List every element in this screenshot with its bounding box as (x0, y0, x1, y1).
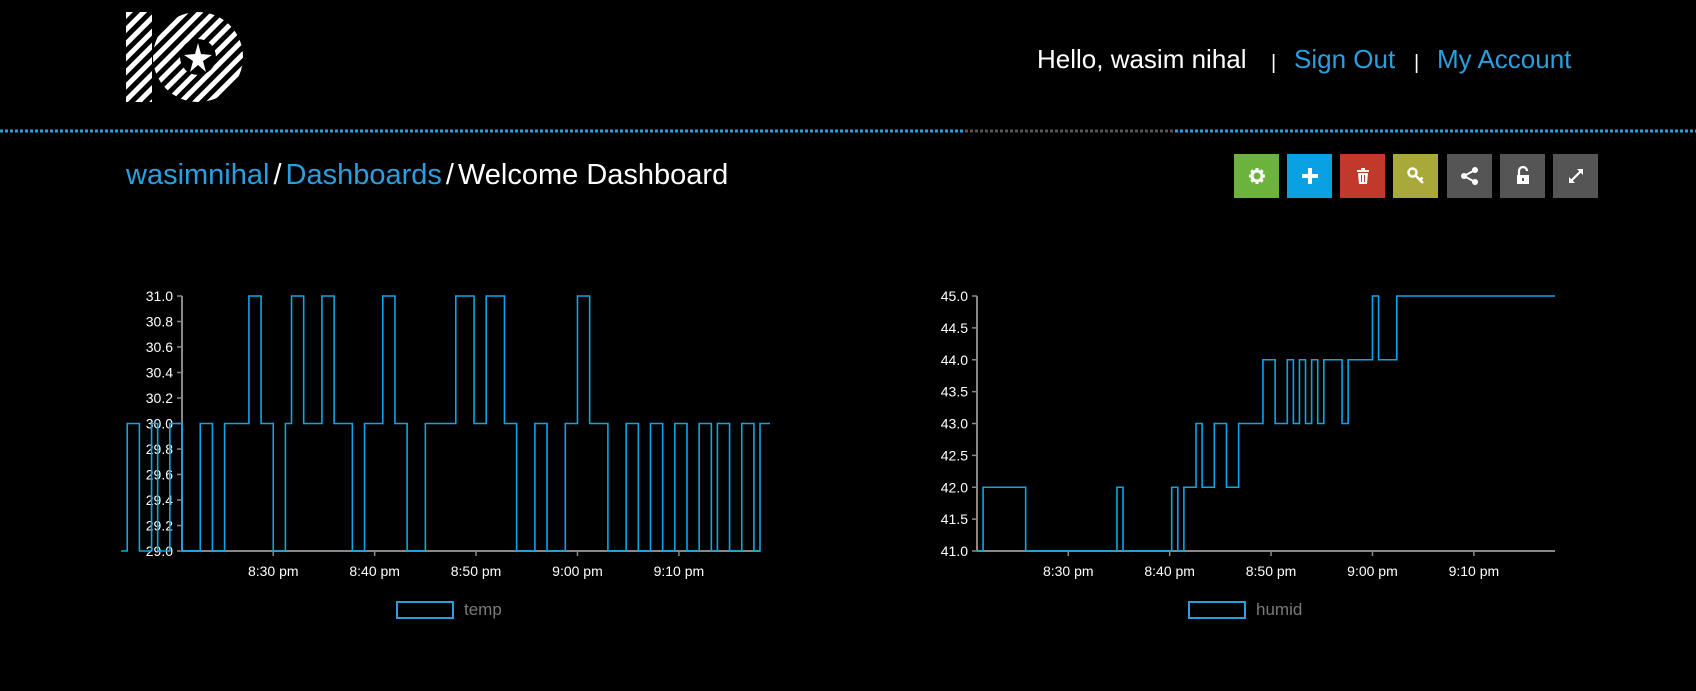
unlock-icon (1516, 166, 1529, 184)
x-tick-label: 9:10 pm (1449, 563, 1500, 579)
y-tick-label: 30.2 (146, 390, 173, 406)
x-tick-label: 8:50 pm (1246, 563, 1297, 579)
y-tick-label: 41.5 (941, 511, 968, 527)
y-tick-label: 42.0 (941, 479, 968, 495)
plus-icon (1301, 168, 1318, 184)
y-tick-label: 43.5 (941, 384, 968, 400)
y-tick-label: 30.8 (146, 314, 173, 330)
breadcrumb-separator: / (445, 159, 454, 191)
nav-separator: | (1414, 52, 1420, 74)
header-nav: Hello, wasim nihal | Sign Out | My Accou… (0, 40, 1696, 80)
x-tick-label: 9:00 pm (1347, 563, 1398, 579)
trash-icon (1356, 168, 1369, 184)
greeting-text: Hello, wasim nihal (1037, 44, 1247, 74)
share-button[interactable] (1447, 154, 1492, 198)
x-tick-label: 9:00 pm (552, 563, 603, 579)
breadcrumb-separator: / (273, 159, 282, 191)
x-tick-label: 8:40 pm (349, 563, 400, 579)
y-tick-label: 41.0 (941, 543, 968, 559)
humid-legend[interactable]: humid (1188, 600, 1302, 620)
humid-chart-svg: 41.0 41.5 42.0 42.5 43.0 43.5 44.0 44.5 45.0 8:30… (941, 288, 1555, 579)
add-block-button[interactable] (1287, 154, 1332, 198)
y-tick-label: 45.0 (941, 288, 968, 304)
y-tick-label: 44.5 (941, 320, 968, 336)
legend-label: humid (1256, 600, 1303, 619)
humid-series-line (977, 295, 1555, 552)
x-tick-label: 9:10 pm (654, 563, 705, 579)
share-icon (1460, 167, 1478, 185)
x-tick-label: 8:30 pm (248, 563, 299, 579)
x-tick-label: 8:50 pm (451, 563, 502, 579)
my-account-link[interactable]: My Account (1437, 44, 1571, 75)
legend-swatch (396, 601, 454, 619)
header-divider (0, 120, 1696, 133)
temp-series-line (121, 295, 883, 552)
y-tick-label: 44.0 (941, 352, 968, 368)
breadcrumb: wasimnihal / Dashboards / Welcome Dashboard (126, 159, 728, 192)
fullscreen-button[interactable] (1553, 154, 1598, 198)
key-icon (1406, 167, 1424, 184)
y-tick-label: 42.5 (941, 447, 968, 463)
page-title: Welcome Dashboard (457, 159, 729, 191)
temp-chart-svg: 29.029.229.429.629.830.030.230.430.630.8… (121, 288, 883, 579)
privacy-button[interactable] (1500, 154, 1545, 198)
y-tick-label: 30.6 (146, 339, 173, 355)
x-tick-label: 8:40 pm (1144, 563, 1195, 579)
gear-icon (1248, 168, 1265, 184)
y-tick-label: 43.0 (941, 416, 968, 432)
x-tick-label: 8:30 pm (1043, 563, 1094, 579)
settings-button[interactable] (1234, 154, 1279, 198)
legend-label: temp (464, 600, 502, 619)
keys-button[interactable] (1393, 154, 1438, 198)
legend-swatch (1188, 601, 1246, 619)
breadcrumb-user-link[interactable]: wasimnihal (126, 159, 269, 191)
y-tick-label: 30.4 (146, 365, 173, 381)
temp-chart[interactable]: 29.0 29.2 29.4 29.6 29.8 30.0 30.2 30.4 30.6 30.8… (120, 280, 883, 605)
breadcrumb-dashboards-link[interactable]: Dashboards (286, 159, 442, 191)
delete-button[interactable] (1340, 154, 1385, 198)
humid-chart[interactable]: 41.0 41.5 42.0 42.5 43.0 43.5 44.0 44.5 45.0 8:30… (915, 280, 1565, 605)
y-tick-label: 31.0 (146, 288, 173, 304)
nav-separator: | (1271, 52, 1277, 74)
temp-legend[interactable]: temp (396, 600, 502, 620)
expand-icon (1568, 169, 1583, 183)
sign-out-link[interactable]: Sign Out (1294, 44, 1395, 75)
